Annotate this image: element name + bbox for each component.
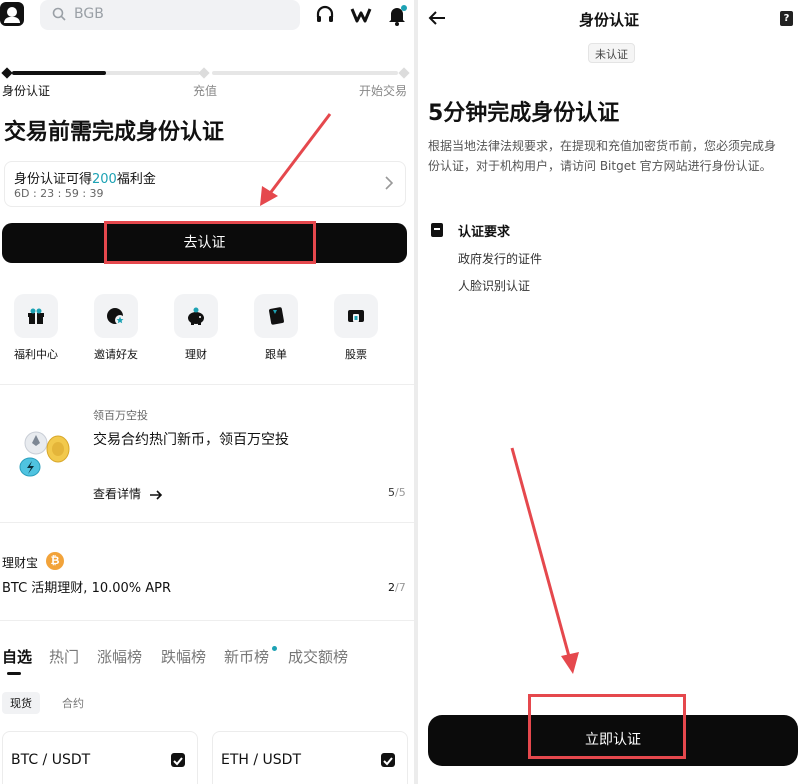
annotation-arrows	[260, 113, 579, 674]
annotation-arrow-left	[266, 113, 332, 197]
annotation-arrowhead-left	[260, 186, 278, 206]
annotation-arrowhead-right	[561, 652, 579, 674]
annotation-arrow-right	[510, 447, 572, 661]
